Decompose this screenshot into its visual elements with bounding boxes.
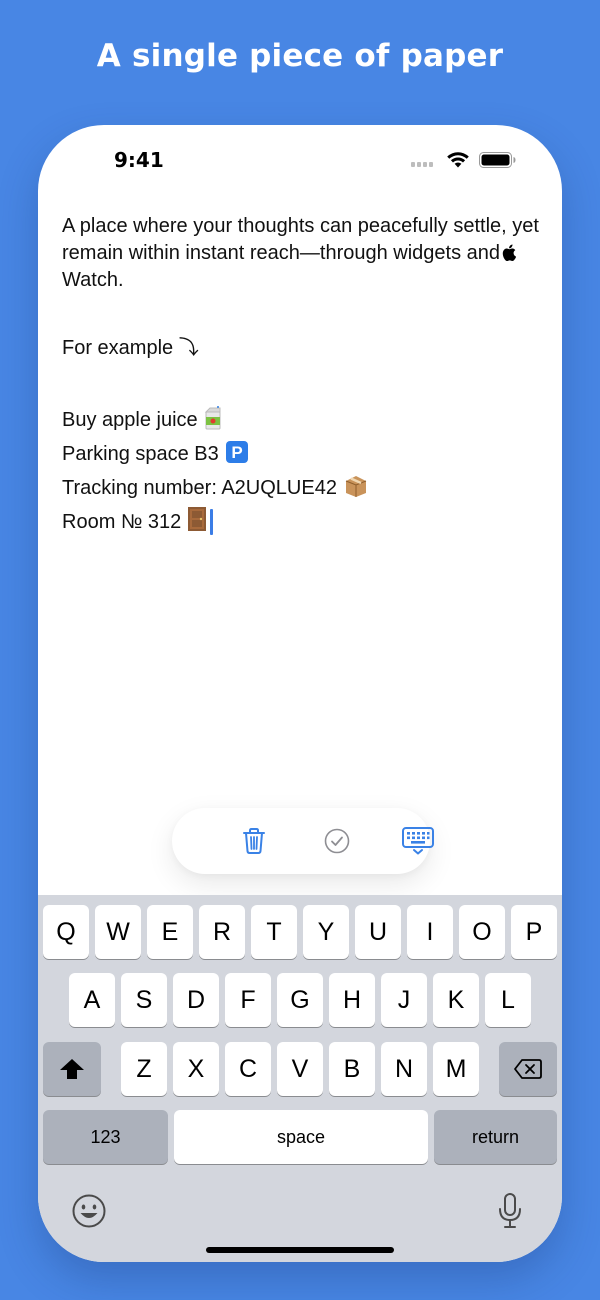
key-b[interactable]: B	[329, 1042, 375, 1096]
juice-box-icon	[204, 402, 224, 441]
key-v[interactable]: V	[277, 1042, 323, 1096]
note-item-text: Parking space B3	[62, 443, 219, 465]
microphone-icon	[499, 1193, 521, 1228]
key-o[interactable]: O	[459, 905, 505, 959]
key-k[interactable]: K	[433, 973, 479, 1027]
key-m[interactable]: M	[433, 1042, 479, 1096]
note-item: Buy apple juice	[62, 402, 542, 437]
apple-logo-icon	[502, 244, 517, 261]
note-item: Tracking number: A2UQLUE42	[62, 471, 542, 505]
note-intro-text: A place where your thoughts can peaceful…	[62, 215, 539, 264]
page-headline: A single piece of paper	[96, 38, 504, 74]
key-j[interactable]: J	[381, 973, 427, 1027]
key-h[interactable]: H	[329, 973, 375, 1027]
key-p[interactable]: P	[511, 905, 557, 959]
svg-text:P: P	[231, 443, 242, 462]
action-toolbar	[172, 808, 434, 874]
package-icon	[343, 474, 369, 509]
door-icon	[187, 506, 207, 543]
delete-backward-icon	[514, 1059, 542, 1079]
complete-button[interactable]	[319, 823, 355, 859]
note-example-label: For example ⤵	[62, 337, 199, 359]
key-g[interactable]: G	[277, 973, 323, 1027]
battery-icon	[479, 152, 516, 168]
key-y[interactable]: Y	[303, 905, 349, 959]
note-item-text: Tracking number: A2UQLUE42	[62, 477, 337, 499]
dismiss-keyboard-button[interactable]	[400, 823, 436, 859]
note-item-text: Room № 312	[62, 511, 182, 533]
note-item: Room № 312	[62, 505, 542, 539]
key-s[interactable]: S	[121, 973, 167, 1027]
cellular-signal-icon	[411, 162, 437, 168]
wifi-icon	[447, 152, 469, 168]
text-cursor	[210, 509, 214, 535]
dictation-button[interactable]	[496, 1193, 524, 1234]
phone-screen: 9:41 A place where your thoughts can pea…	[38, 125, 562, 1262]
numbers-key[interactable]: 123	[43, 1110, 168, 1164]
note-intro-watch: Watch.	[62, 269, 124, 291]
emoji-keyboard-button[interactable]	[71, 1193, 107, 1234]
delete-button[interactable]	[236, 823, 272, 859]
key-q[interactable]: Q	[43, 905, 89, 959]
note-item-text: Buy apple juice	[62, 409, 198, 431]
key-e[interactable]: E	[147, 905, 193, 959]
shift-arrow-icon	[60, 1059, 84, 1079]
key-a[interactable]: A	[69, 973, 115, 1027]
key-u[interactable]: U	[355, 905, 401, 959]
note-editor[interactable]: A place where your thoughts can peaceful…	[62, 213, 542, 539]
key-r[interactable]: R	[199, 905, 245, 959]
keyboard-dismiss-icon	[402, 827, 434, 855]
space-key[interactable]: space	[174, 1110, 428, 1164]
shift-key[interactable]	[43, 1042, 101, 1096]
key-x[interactable]: X	[173, 1042, 219, 1096]
key-d[interactable]: D	[173, 973, 219, 1027]
home-indicator	[206, 1247, 394, 1253]
key-i[interactable]: I	[407, 905, 453, 959]
key-t[interactable]: T	[251, 905, 297, 959]
parking-sign-icon: P	[225, 440, 249, 475]
backspace-key[interactable]	[499, 1042, 557, 1096]
key-z[interactable]: Z	[121, 1042, 167, 1096]
key-n[interactable]: N	[381, 1042, 427, 1096]
note-item: Parking space B3 P	[62, 437, 542, 471]
key-w[interactable]: W	[95, 905, 141, 959]
status-bar: 9:41	[38, 125, 562, 195]
checkmark-circle-icon	[324, 828, 350, 854]
key-c[interactable]: C	[225, 1042, 271, 1096]
note-intro: A place where your thoughts can peaceful…	[62, 213, 542, 294]
return-key[interactable]: return	[434, 1110, 557, 1164]
trash-icon	[243, 828, 265, 854]
smiley-face-icon	[72, 1194, 106, 1228]
key-f[interactable]: F	[225, 973, 271, 1027]
software-keyboard: QWERTYUIOP ASDFGHJKL ZXCVBNM 123 space r…	[38, 895, 562, 1262]
status-time: 9:41	[114, 148, 164, 172]
key-l[interactable]: L	[485, 973, 531, 1027]
